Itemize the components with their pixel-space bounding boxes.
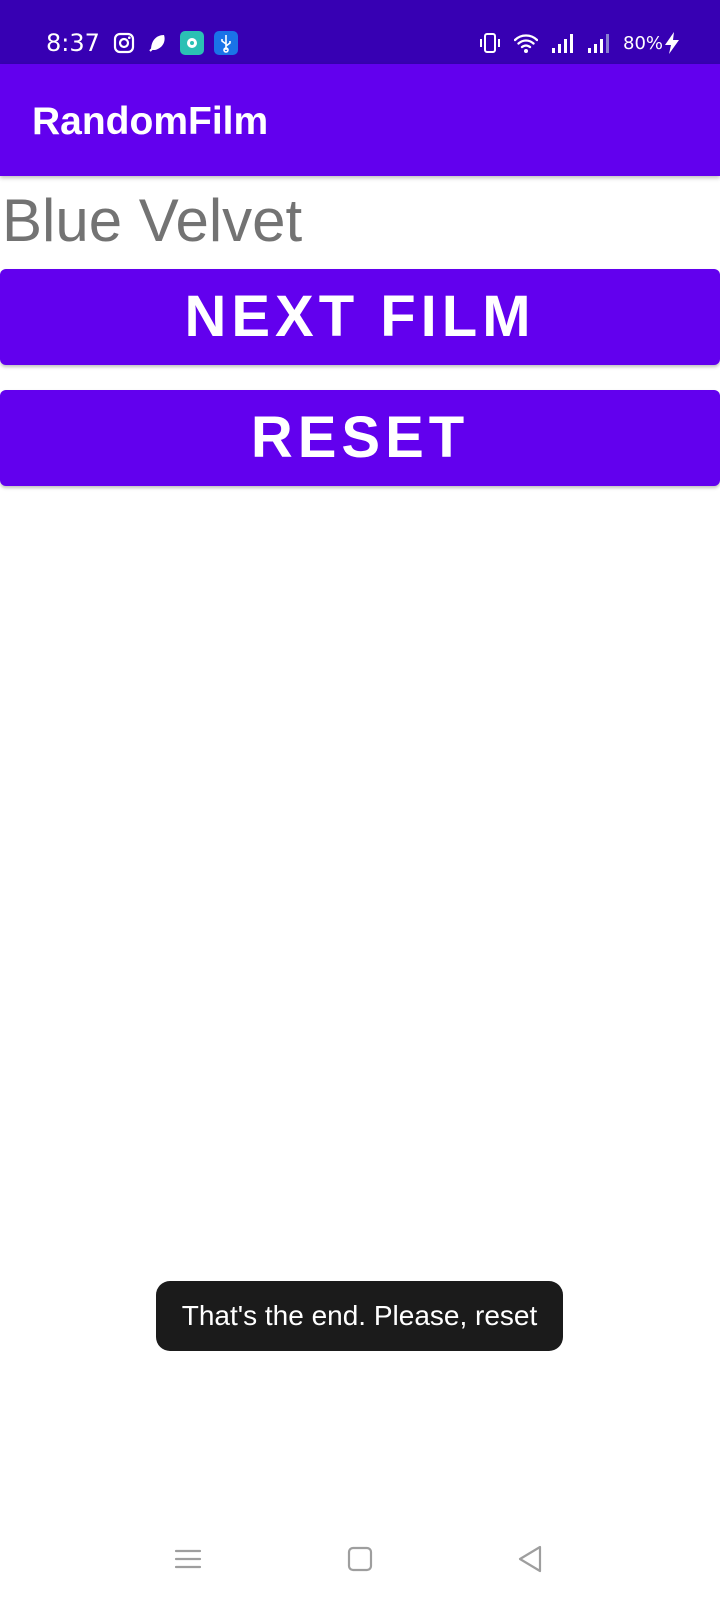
vibrate-icon bbox=[478, 31, 502, 55]
app-bar: RandomFilm bbox=[0, 64, 720, 176]
app-screen: 8:37 80% RandomFilm Blue Velvet NEXT FIL… bbox=[0, 0, 720, 1600]
reset-button[interactable]: RESET bbox=[0, 390, 720, 486]
notification-app-icon bbox=[146, 31, 170, 55]
teal-app-icon bbox=[180, 31, 204, 55]
film-title: Blue Velvet bbox=[2, 187, 303, 254]
wifi-icon bbox=[514, 31, 538, 55]
back-icon[interactable] bbox=[513, 1541, 549, 1577]
charging-icon bbox=[660, 31, 684, 55]
next-film-button[interactable]: NEXT FILM bbox=[0, 269, 720, 365]
instagram-icon bbox=[112, 31, 136, 55]
battery-percentage: 80% bbox=[623, 33, 664, 54]
signal-icon bbox=[586, 31, 610, 55]
toast-message: That's the end. Please, reset bbox=[156, 1281, 563, 1351]
home-icon[interactable] bbox=[342, 1541, 378, 1577]
app-title: RandomFilm bbox=[32, 100, 269, 143]
status-bar: 8:37 80% bbox=[0, 0, 720, 64]
usb-icon bbox=[214, 31, 238, 55]
menu-icon[interactable] bbox=[170, 1541, 206, 1577]
status-time: 8:37 bbox=[46, 29, 100, 57]
signal-icon bbox=[550, 31, 574, 55]
